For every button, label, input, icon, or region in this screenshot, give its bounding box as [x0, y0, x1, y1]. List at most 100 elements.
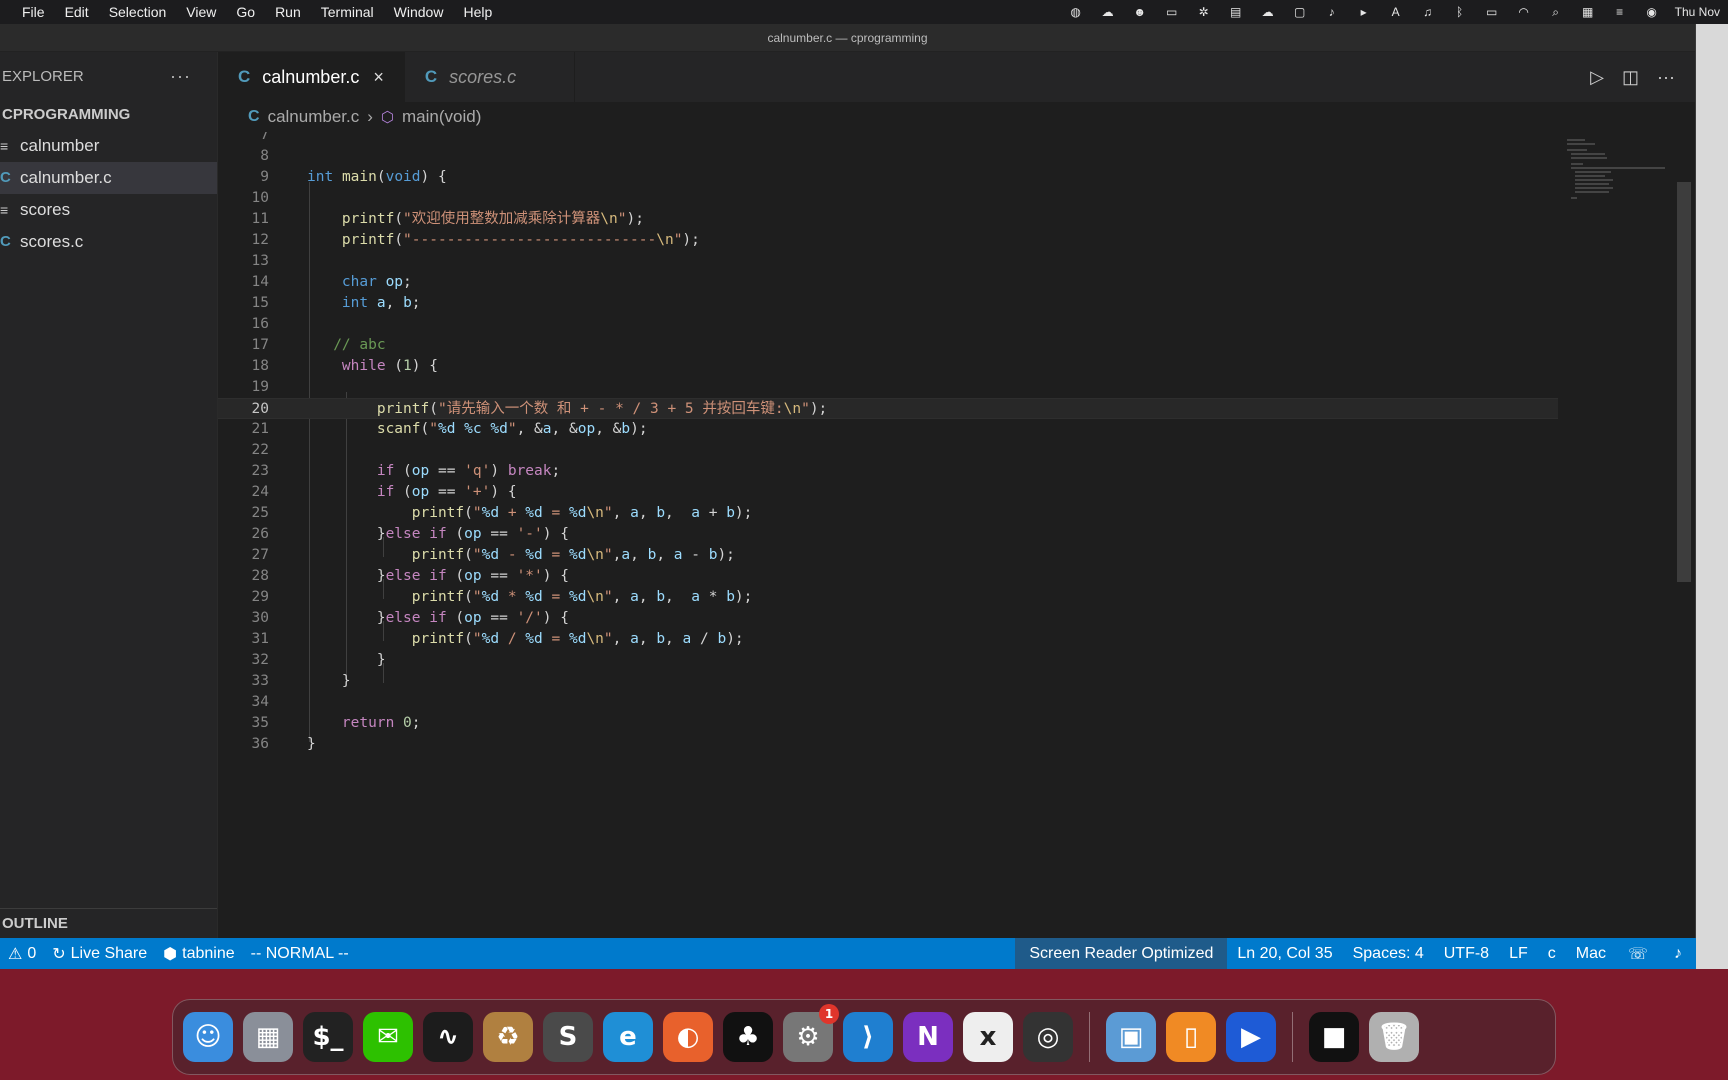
volume-icon[interactable]: ♫ [1419, 5, 1437, 19]
control-center-icon[interactable]: ≡ [1611, 5, 1629, 19]
dock-app-onenote[interactable]: N [903, 1012, 953, 1062]
dock-app-edge[interactable]: e [603, 1012, 653, 1062]
play-icon[interactable]: ▸ [1355, 5, 1373, 19]
input-method-icon[interactable]: A [1387, 5, 1405, 19]
more-actions-icon[interactable]: ··· [1657, 67, 1675, 88]
menu-go[interactable]: Go [226, 0, 265, 24]
dock-app-obs[interactable]: ◎ [1023, 1012, 1073, 1062]
menu-view[interactable]: View [176, 0, 226, 24]
dock-app-sublime-text[interactable]: S [543, 1012, 593, 1062]
tab-scores-c[interactable]: C scores.c [405, 52, 576, 102]
network-icon[interactable]: ◍ [1067, 5, 1085, 19]
dock-app-window[interactable]: ■ [1309, 1012, 1359, 1062]
menu-file[interactable]: File [12, 0, 55, 24]
dock-app-tex[interactable]: x [963, 1012, 1013, 1062]
dock-app-activity-monitor[interactable]: ∿ [423, 1012, 473, 1062]
vim-mode: -- NORMAL -- [250, 944, 349, 962]
file-item-scores[interactable]: ≡ scores [0, 194, 217, 226]
weather-icon[interactable]: ☁ [1259, 5, 1277, 19]
notification-icon[interactable]: ♪ [1323, 5, 1341, 19]
siri-icon[interactable]: ◉ [1643, 5, 1661, 19]
file-item-scores-c[interactable]: C scores.c [0, 226, 217, 258]
line-number: 9 [260, 169, 269, 185]
menu-selection[interactable]: Selection [99, 0, 177, 24]
tex-icon: x [979, 1022, 997, 1052]
activity-monitor-icon: ∿ [437, 1022, 459, 1052]
tab-label: calnumber.c [262, 66, 360, 87]
dock-app-launchpad[interactable]: ▦ [243, 1012, 293, 1062]
wifi-icon[interactable]: ◠ [1515, 5, 1533, 19]
platform[interactable]: Mac [1566, 938, 1616, 969]
end-of-line[interactable]: LF [1499, 938, 1538, 969]
breadcrumb-symbol[interactable]: main(void) [402, 107, 481, 127]
close-icon[interactable]: × [373, 67, 384, 88]
dock-app-qq[interactable]: ♣ [723, 1012, 773, 1062]
line-number: 16 [251, 316, 269, 332]
grid-icon[interactable]: ▤ [1227, 5, 1245, 19]
file-label: calnumber.c [20, 168, 112, 187]
language-mode[interactable]: c [1538, 938, 1566, 969]
file-label: calnumber [20, 136, 100, 155]
dock-app-finder[interactable]: ☺ [183, 1012, 233, 1062]
live-share-button[interactable]: ↻ Live Share [44, 938, 155, 969]
snowflake-icon[interactable]: ✲ [1195, 5, 1213, 19]
file-item-calnumber-c[interactable]: C calnumber.c [0, 162, 217, 194]
dock-app-firefox[interactable]: ◐ [663, 1012, 713, 1062]
dock-app-preview[interactable]: ▣ [1106, 1012, 1156, 1062]
c-file-icon: C [424, 67, 438, 86]
minimap[interactable] [1565, 136, 1675, 216]
window-icon[interactable]: ▢ [1291, 5, 1309, 19]
cursor-position[interactable]: Ln 20, Col 35 [1227, 938, 1342, 969]
dock-app-vs-code[interactable]: ⟩ [843, 1012, 893, 1062]
file-item-calnumber[interactable]: ≡ calnumber [0, 130, 217, 162]
status-bar: ⚠ 0 ↻ Live Share ⬢ tabnine -- NORMAL -- … [0, 938, 1696, 969]
menu-edit[interactable]: Edit [55, 0, 99, 24]
indentation[interactable]: Spaces: 4 [1343, 938, 1434, 969]
code-line: 31 printf("%d / %d = %d\n", a, b, a / b)… [218, 629, 1558, 650]
window-title: calnumber.c — cprogramming [0, 24, 1695, 52]
menu-items: File Edit Selection View Go Run Terminal… [0, 0, 502, 24]
cloud-icon[interactable]: ☁ [1099, 5, 1117, 19]
keyboard-icon[interactable]: ▦ [1579, 5, 1597, 19]
dock-app-trash[interactable]: 🗑 [1369, 1012, 1419, 1062]
code-editor[interactable]: 7 8 9 int main(void) { 10 11 printf("欢迎使用… [218, 132, 1695, 938]
bell-icon[interactable]: ♪ [1660, 938, 1696, 969]
menubar-clock[interactable]: Thu Nov [1675, 5, 1720, 19]
tabnine-button[interactable]: ⬢ tabnine [155, 938, 242, 969]
dock-app-video-player[interactable]: ▶ [1226, 1012, 1276, 1062]
split-editor-icon[interactable]: ◫ [1622, 67, 1639, 88]
menu-terminal[interactable]: Terminal [311, 0, 384, 24]
feedback-icon[interactable]: ☏ [1616, 938, 1660, 969]
dock-app-books[interactable]: ▯ [1166, 1012, 1216, 1062]
search-icon[interactable]: ⌕ [1547, 5, 1565, 19]
breadcrumb-file[interactable]: calnumber.c [268, 107, 360, 127]
code-line: 22 [218, 440, 1558, 461]
status-right: Screen Reader Optimized Ln 20, Col 35 Sp… [1015, 938, 1696, 969]
more-actions-icon[interactable]: ··· [170, 66, 191, 87]
encoding[interactable]: UTF-8 [1434, 938, 1499, 969]
face-icon[interactable]: ☻ [1131, 5, 1149, 19]
line-number: 31 [251, 631, 269, 647]
menu-help[interactable]: Help [453, 0, 502, 24]
vertical-scrollbar[interactable] [1677, 182, 1691, 582]
dock-app-system-preferences[interactable]: ⚙ 1 [783, 1004, 839, 1062]
menu-run[interactable]: Run [265, 0, 311, 24]
screen-reader-mode[interactable]: Screen Reader Optimized [1015, 938, 1228, 969]
dock-app-terminal[interactable]: $_ [303, 1012, 353, 1062]
editor-actions: ▷ ◫ ··· [1590, 52, 1675, 102]
code-line: 30 }else if (op == '/') { [218, 608, 1558, 629]
line-number: 19 [251, 379, 269, 395]
tab-calnumber-c[interactable]: C calnumber.c × [218, 52, 405, 102]
run-icon[interactable]: ▷ [1590, 67, 1604, 88]
dock-app-wechat[interactable]: ✉ [363, 1012, 413, 1062]
live-share-icon: ↻ [52, 945, 66, 963]
battery-icon[interactable]: ▭ [1483, 5, 1501, 19]
code-line: 21 scanf("%d %c %d", &a, &op, &b); [218, 419, 1558, 440]
outline-section[interactable]: OUTLINE [0, 908, 217, 938]
bluetooth-icon[interactable]: ᛒ [1451, 5, 1469, 19]
project-folder[interactable]: CPROGRAMMING [0, 100, 217, 130]
problems-indicator[interactable]: ⚠ 0 [0, 938, 44, 969]
wd-drive-icon[interactable]: ▭ [1163, 5, 1181, 19]
dock-app-recycle-tool[interactable]: ♻ [483, 1012, 533, 1062]
menu-window[interactable]: Window [384, 0, 454, 24]
